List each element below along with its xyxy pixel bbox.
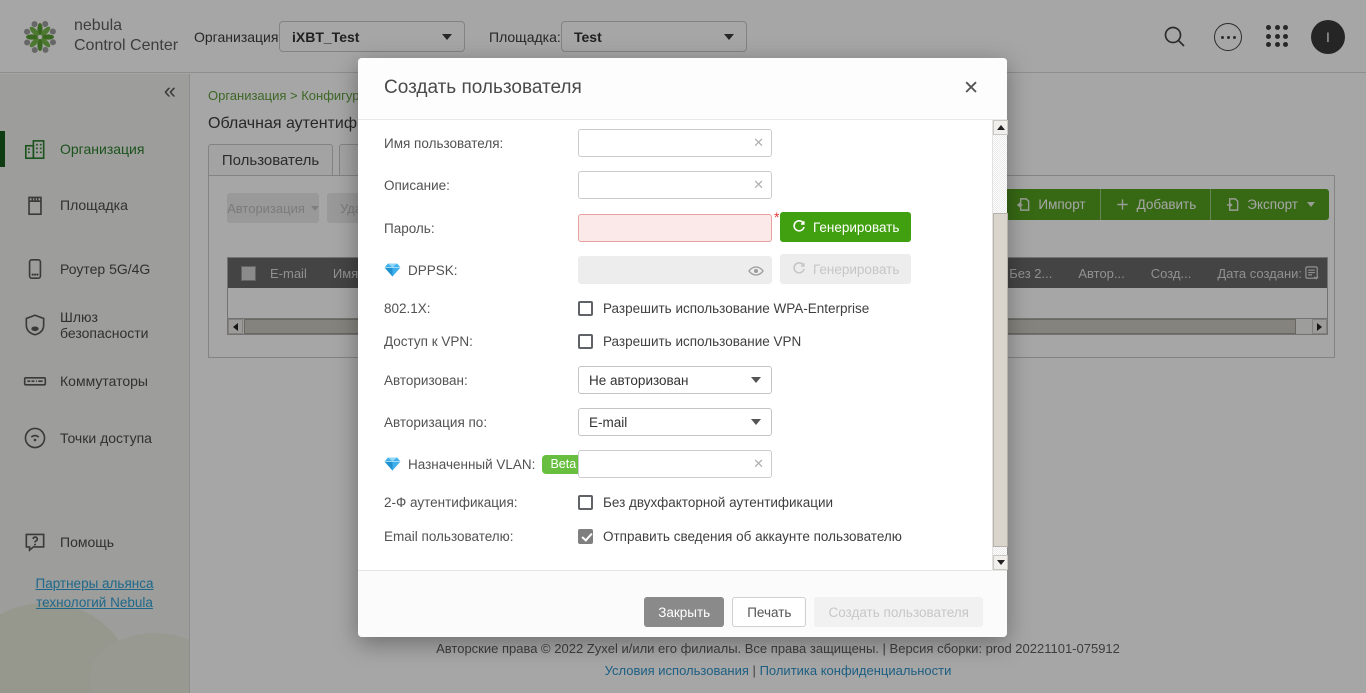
generate-dppsk-button-disabled: Генерировать <box>780 254 912 284</box>
chevron-down-icon <box>751 419 761 425</box>
modal-body: Имя пользователя: ✕ Описание: ✕ Пароль: … <box>358 120 1008 570</box>
dppsk-input-disabled <box>578 256 772 284</box>
gem-pro-feature-icon <box>384 457 401 471</box>
twofa-label: 2-Ф аутентификация: <box>384 494 518 510</box>
dppsk-label-text: DPPSK: <box>408 262 458 278</box>
scroll-up-arrow[interactable] <box>993 120 1008 135</box>
username-label: Имя пользователя: <box>384 135 504 151</box>
eye-icon[interactable] <box>748 263 764 279</box>
auth-by-select-value: E-mail <box>589 414 628 430</box>
no-2fa-checkbox[interactable] <box>578 494 593 510</box>
refresh-icon <box>793 220 805 232</box>
wpa-enterprise-checkbox[interactable] <box>578 300 593 316</box>
vpn-label: Доступ к VPN: <box>384 333 473 349</box>
close-icon[interactable]: ✕ <box>963 77 979 100</box>
authorized-select-value: Не авторизован <box>589 372 689 388</box>
modal-footer: Закрыть Печать Создать пользователя <box>358 570 1007 637</box>
send-account-info-option-label: Отправить сведения об аккаунте пользоват… <box>603 528 902 544</box>
authorized-label: Авторизован: <box>384 372 468 388</box>
create-user-modal: Создать пользователя ✕ Имя пользователя:… <box>358 58 1008 637</box>
chevron-down-icon <box>751 377 761 383</box>
vlan-label-text: Назначенный VLAN: <box>408 456 536 472</box>
email-user-row: Email пользователю: Отправить сведения о… <box>358 521 968 551</box>
auth-by-select[interactable]: E-mail <box>578 408 772 436</box>
scroll-down-arrow[interactable] <box>993 555 1008 570</box>
modal-title: Создать пользователя <box>384 77 582 98</box>
dppsk-label: DPPSK: <box>384 263 458 278</box>
close-button[interactable]: Закрыть <box>644 597 725 627</box>
password-row: Пароль: * Генерировать <box>358 209 968 243</box>
vpn-option-label: Разрешить использование VPN <box>603 333 802 349</box>
authorized-row: Авторизован: Не авторизован <box>358 365 968 395</box>
dot1x-row: 802.1X: Разрешить использование WPA-Ente… <box>358 293 968 323</box>
dppsk-row: DPPSK: Генерировать <box>358 254 968 285</box>
clear-icon[interactable]: ✕ <box>753 177 764 193</box>
username-input[interactable]: ✕ <box>578 129 772 157</box>
password-input[interactable] <box>578 214 772 242</box>
print-button[interactable]: Печать <box>732 597 807 627</box>
twofa-row: 2-Ф аутентификация: Без двухфакторной ау… <box>358 487 968 517</box>
modal-vertical-scrollbar[interactable] <box>992 120 1008 570</box>
generate-password-button[interactable]: Генерировать <box>780 212 912 242</box>
clear-icon[interactable]: ✕ <box>753 135 764 151</box>
generate-button-label: Генерировать <box>813 261 900 277</box>
auth-by-label: Авторизация по: <box>384 414 488 430</box>
description-label: Описание: <box>384 177 450 193</box>
description-row: Описание: ✕ <box>358 170 968 200</box>
generate-button-label: Генерировать <box>813 219 900 235</box>
auth-by-row: Авторизация по: E-mail <box>358 407 968 437</box>
password-label: Пароль: <box>384 220 435 236</box>
no-2fa-option-label: Без двухфакторной аутентификации <box>603 494 834 510</box>
vpn-row: Доступ к VPN: Разрешить использование VP… <box>358 326 968 356</box>
nebula-control-center-page: nebula Control Center Организация: iXBT_… <box>0 0 1366 693</box>
gem-pro-feature-icon <box>384 263 401 277</box>
vlan-input[interactable]: ✕ <box>578 450 772 478</box>
vpn-checkbox[interactable] <box>578 333 593 349</box>
authorized-select[interactable]: Не авторизован <box>578 366 772 394</box>
dot1x-label: 802.1X: <box>384 300 431 316</box>
vlan-label: Назначенный VLAN: Beta <box>384 454 585 474</box>
email-user-label: Email пользователю: <box>384 528 514 544</box>
username-row: Имя пользователя: ✕ <box>358 128 968 158</box>
create-user-button-disabled: Создать пользователя <box>814 597 983 627</box>
scrollbar-thumb[interactable] <box>993 213 1008 547</box>
required-asterisk: * <box>774 209 780 225</box>
send-account-info-checkbox[interactable] <box>578 528 593 544</box>
refresh-icon <box>793 262 805 274</box>
modal-header: Создать пользователя ✕ <box>358 58 1007 120</box>
vlan-row: Назначенный VLAN: Beta ✕ <box>358 449 968 479</box>
wpa-enterprise-option-label: Разрешить использование WPA-Enterprise <box>603 300 870 316</box>
clear-icon[interactable]: ✕ <box>753 456 764 472</box>
description-input[interactable]: ✕ <box>578 171 772 199</box>
